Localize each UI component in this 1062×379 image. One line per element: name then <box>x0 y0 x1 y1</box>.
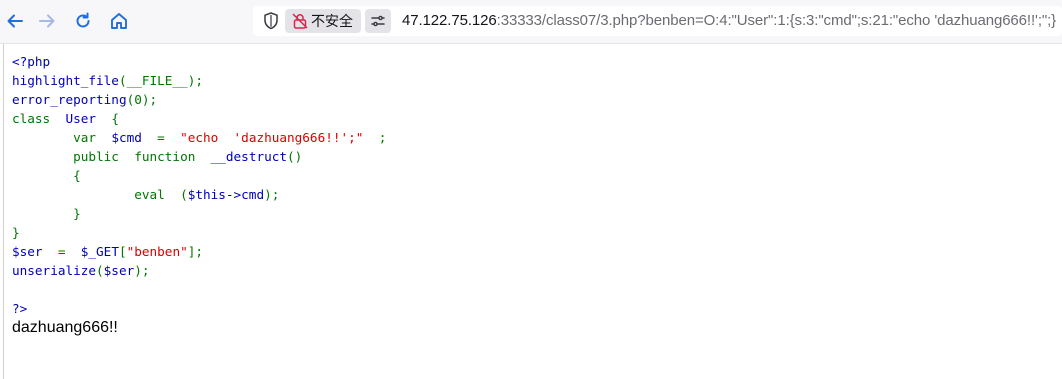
ser-variable: $ser <box>12 244 43 259</box>
php-open-tag: <?php <box>12 54 51 69</box>
method-brace-open: { <box>73 168 81 183</box>
class-brace-close: } <box>12 225 20 240</box>
address-bar[interactable]: 不安全 47.122.75.126:33333/class07/3.php?be… <box>253 6 1062 36</box>
method-parens: () <box>287 149 303 164</box>
lock-slash-icon <box>292 13 308 29</box>
security-label: 不安全 <box>311 13 353 29</box>
reload-icon <box>76 12 90 28</box>
page-content: <?php highlight_file(__FILE__); error_re… <box>3 44 1062 379</box>
unserialize-paren-close: ); <box>134 263 150 278</box>
semicolon: ; <box>378 130 387 145</box>
script-output: dazhuang666!! <box>12 319 118 336</box>
php-source-code: <?php highlight_file(__FILE__); error_re… <box>12 52 386 318</box>
get-bracket-close: ]; <box>187 244 203 259</box>
cmd-string: "echo 'dazhuang666!!';" <box>180 130 364 145</box>
highlight-file-call: highlight_file <box>12 73 119 88</box>
error-reporting-call: error_reporting <box>12 92 127 107</box>
eval-argument: $this->cmd <box>187 187 265 202</box>
benben-key: "benben" <box>126 244 188 259</box>
unserialize-argument: $ser <box>103 263 135 278</box>
eval-keyword: eval <box>134 187 165 202</box>
method-brace-close: } <box>73 206 81 221</box>
unserialize-paren-open: ( <box>96 263 104 278</box>
public-keyword: public <box>73 149 119 164</box>
eval-paren-close: ); <box>264 187 280 202</box>
class-name: User <box>65 111 97 126</box>
destruct-method: __destruct <box>210 149 288 164</box>
unserialize-call: unserialize <box>12 263 97 278</box>
get-bracket-open: [ <box>118 244 127 259</box>
forward-arrow-icon <box>39 14 55 28</box>
class-brace-open: { <box>111 111 119 126</box>
ser-assign: = <box>57 244 66 259</box>
cmd-property: $cmd <box>111 130 142 145</box>
home-icon <box>111 13 127 29</box>
permissions-button[interactable] <box>365 9 391 33</box>
var-keyword: var <box>73 130 97 145</box>
back-arrow-icon <box>7 14 23 28</box>
url-text[interactable]: 47.122.75.126:33333/class07/3.php?benben… <box>402 12 1056 29</box>
php-close-tag: ?> <box>12 301 28 316</box>
function-keyword: function <box>134 149 196 164</box>
forward-button[interactable] <box>32 6 62 36</box>
shield-icon[interactable] <box>261 11 281 31</box>
home-button[interactable] <box>104 6 134 36</box>
browser-toolbar: 不安全 47.122.75.126:33333/class07/3.php?be… <box>0 0 1062 44</box>
assign-operator: = <box>157 130 165 145</box>
url-host: 47.122.75.126 <box>402 12 497 29</box>
permissions-icon <box>371 15 385 27</box>
back-button[interactable] <box>0 6 30 36</box>
site-security-button[interactable]: 不安全 <box>285 9 361 33</box>
highlight-file-args: (__FILE__); <box>118 73 203 88</box>
error-reporting-args: (0); <box>126 92 158 107</box>
eval-paren-open: ( <box>180 187 188 202</box>
get-superglobal: $_GET <box>80 244 119 259</box>
url-path: :33333/class07/3.php?benben=O:4:"User":1… <box>496 12 1057 29</box>
reload-button[interactable] <box>68 6 98 36</box>
class-keyword: class <box>12 111 51 126</box>
